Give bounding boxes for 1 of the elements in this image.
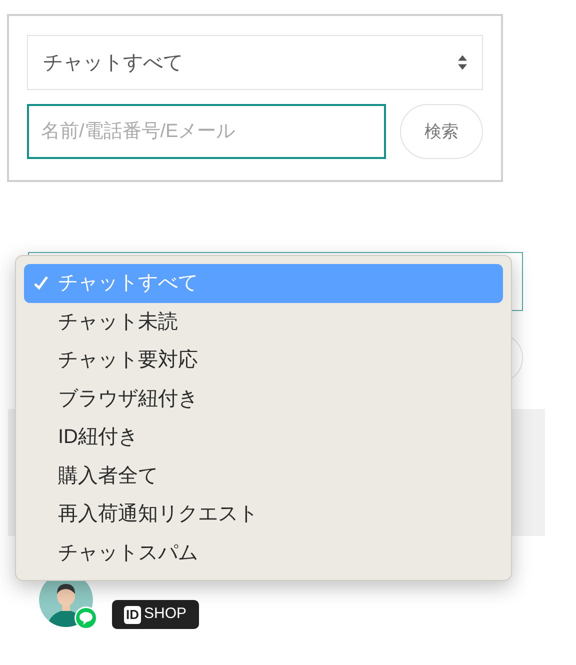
shop-badge: ID SHOP	[112, 600, 199, 629]
